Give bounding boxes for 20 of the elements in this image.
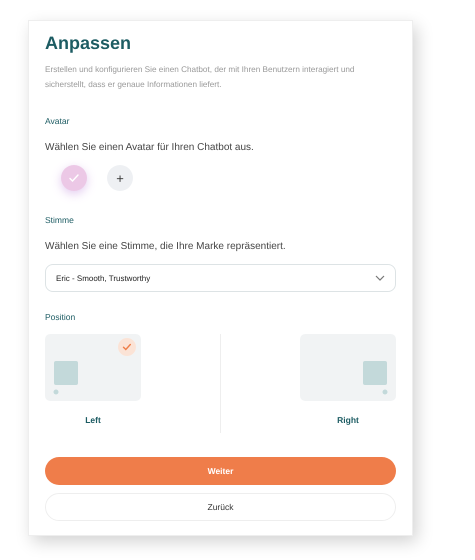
section-heading: Stimme — [45, 215, 75, 225]
chevron-down-icon — [375, 275, 385, 281]
voice-dropdown[interactable]: Eric - Smooth, Trustworthy — [45, 264, 396, 292]
position-label: Left — [84, 415, 102, 425]
check-icon — [118, 338, 136, 356]
description-text: Erstellen und konfigurieren Sie einen Chatbot, der mit Ihren Benutzern interagiert und sicherstellt, dass er genaue Informationen liefert. — [45, 64, 356, 91]
chat-widget-icon — [52, 361, 78, 395]
position-label: Right — [336, 415, 360, 425]
check-icon — [68, 172, 80, 184]
position-option[interactable] — [45, 334, 141, 401]
dialog-title: Anpassen — [45, 33, 132, 54]
avatar-option[interactable] — [61, 165, 87, 191]
section-heading: Avatar — [45, 116, 70, 126]
add-avatar-button[interactable]: + — [107, 165, 133, 191]
section-heading: Position — [45, 312, 76, 322]
prompt-text: Wählen Sie eine Stimme, die Ihre Marke repräsentiert. — [45, 241, 287, 252]
chat-widget-icon — [363, 361, 389, 395]
prompt-text: Wählen Sie einen Avatar für Ihren Chatbot aus. — [45, 142, 255, 153]
position-option[interactable] — [300, 334, 396, 401]
back-button[interactable]: Zurück — [45, 493, 396, 521]
